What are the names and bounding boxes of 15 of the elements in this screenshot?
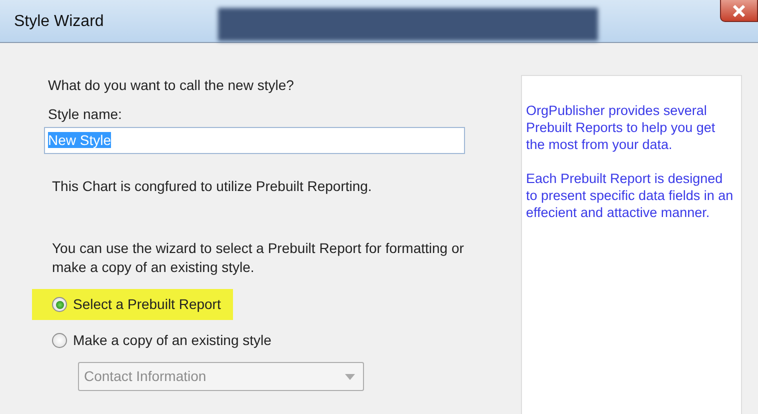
- info-text: This Chart is congfured to utilize Prebuilt Reporting.: [52, 177, 373, 196]
- instructions-text: You can use the wizard to select a Prebuilt Report for formatting or make a copy of an existing style.: [52, 239, 465, 277]
- field-label: Style name:: [48, 105, 123, 124]
- help-text: Each Prebuilt Report is designed to present specific data fields in an effecient and attactive manner.: [526, 170, 734, 221]
- window-title: Style Wizard: [14, 12, 104, 32]
- option-label[interactable]: Select a Prebuilt Report: [73, 294, 221, 315]
- caret-icon: [345, 374, 355, 380]
- close-button[interactable]: [720, 0, 758, 22]
- radio-button[interactable]: [52, 297, 67, 312]
- radio-button[interactable]: [52, 333, 67, 348]
- close-icon: [732, 4, 746, 16]
- option-label[interactable]: Make a copy of an existing style: [73, 330, 272, 351]
- help-text: OrgPublisher provides several Prebuilt Reports to help you get the most from your data.: [526, 102, 716, 153]
- question-text: What do you want to call the new style?: [48, 76, 295, 95]
- style-dropdown: Contact Information: [78, 362, 364, 391]
